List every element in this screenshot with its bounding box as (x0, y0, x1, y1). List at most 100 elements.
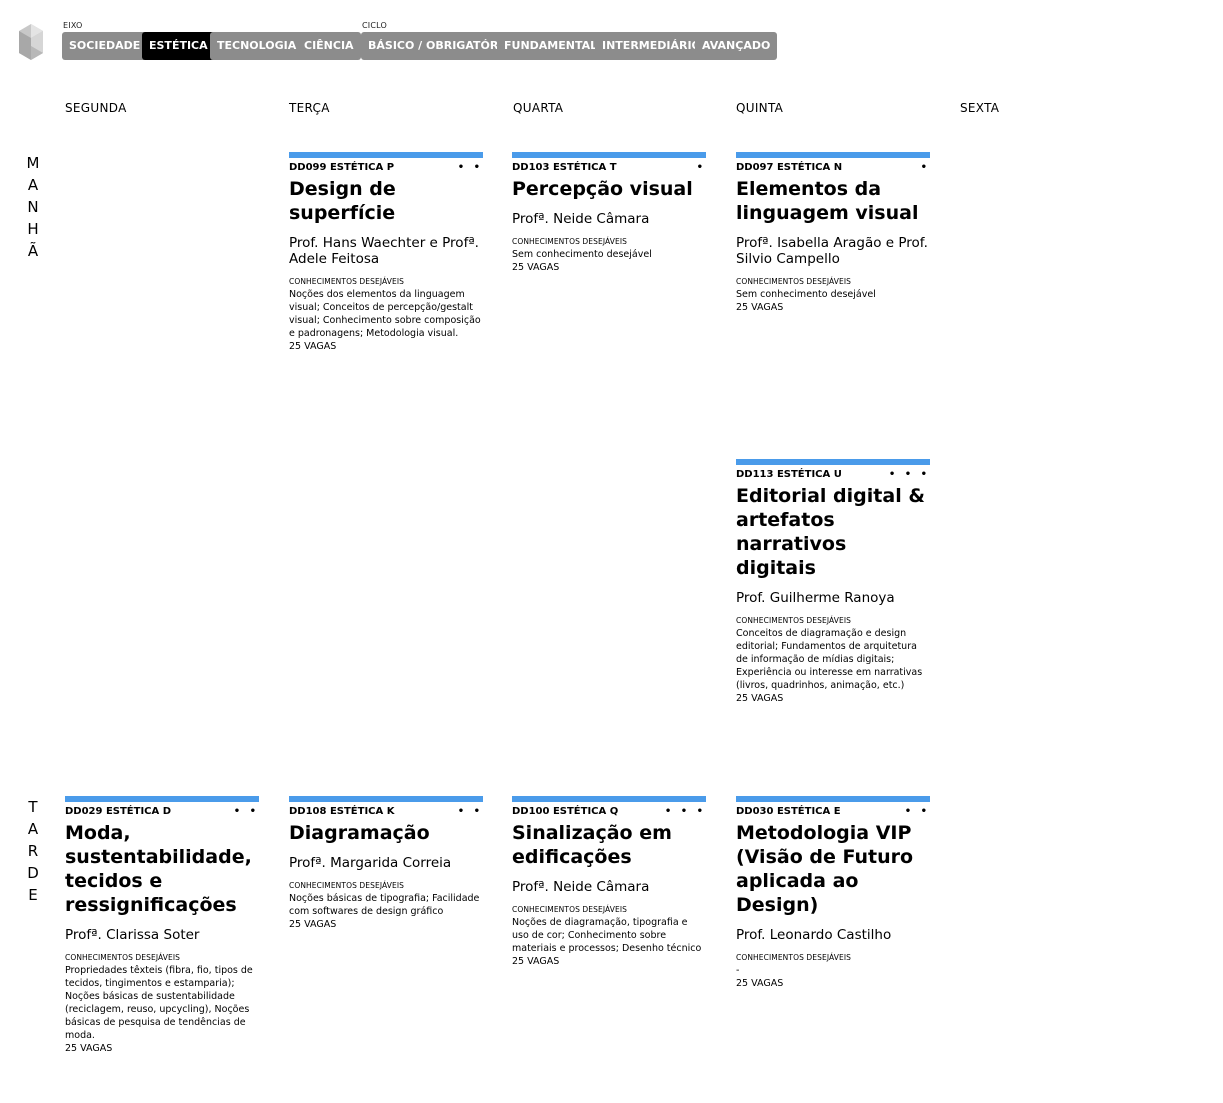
knowledge-label: CONHECIMENTOS DESEJÁVEIS (65, 953, 181, 962)
knowledge-text: Sem conhecimento desejável (512, 249, 652, 260)
filter-ciencia[interactable]: CIÊNCIA (297, 32, 361, 60)
course-professor: Profª. Clarissa Soter (65, 927, 200, 943)
filter-basico-obrigatorio[interactable]: BÁSICO / OBRIGATÓRIO (361, 32, 519, 60)
level-dots-icon: • • (457, 806, 483, 817)
period-letter: R (27, 842, 39, 860)
period-letter: M (26, 154, 40, 172)
logo-icon[interactable] (18, 24, 44, 60)
course-title[interactable]: Percepção visual (512, 177, 706, 201)
knowledge-label: CONHECIMENTOS DESEJÁVEIS (289, 277, 405, 286)
course-card[interactable]: DD100 ESTÉTICA Q • • • Sinalização em edif… (512, 796, 706, 967)
period-letter: D (27, 864, 39, 882)
day-header-terca: TERÇA (289, 101, 330, 115)
course-code: DD030 ESTÉTICA E (736, 806, 841, 817)
knowledge-text: Noções dos elementos da linguagem visual… (289, 289, 481, 339)
course-title[interactable]: Elementos da linguagem visual (736, 177, 930, 225)
course-card[interactable]: DD103 ESTÉTICA T • Percepção visual Profª. … (512, 152, 706, 273)
level-dots-icon: • • • (888, 469, 930, 480)
course-card[interactable]: DD029 ESTÉTICA D • • Moda, sustentabilidad… (65, 796, 259, 1054)
level-dots-icon: • • (457, 162, 483, 173)
course-professor: Prof. Leonardo Castilho (736, 927, 892, 943)
vacancies: 25 VAGAS (289, 919, 337, 930)
knowledge-label: CONHECIMENTOS DESEJÁVEIS (736, 616, 852, 625)
period-letter: H (27, 220, 39, 238)
card-header: DD099 ESTÉTICA P • • (289, 161, 483, 174)
card-header: DD100 ESTÉTICA Q • • • (512, 805, 706, 818)
course-code: DD113 ESTÉTICA U (736, 469, 842, 480)
card-header: DD113 ESTÉTICA U • • • (736, 468, 930, 481)
course-title[interactable]: Diagramação (289, 821, 483, 845)
course-code: DD099 ESTÉTICA P (289, 162, 395, 173)
vacancies: 25 VAGAS (65, 1043, 113, 1054)
course-code: DD103 ESTÉTICA T (512, 162, 617, 173)
vacancies: 25 VAGAS (736, 302, 784, 313)
day-header-sexta: SEXTA (960, 101, 1000, 115)
card-header: DD097 ESTÉTICA N • (736, 161, 930, 174)
knowledge-text: - (736, 965, 740, 976)
course-card[interactable]: DD030 ESTÉTICA E • • Metodologia VIP (Visã… (736, 796, 930, 989)
period-label-afternoon: TARDE (25, 796, 41, 906)
eixo-label: EIXO (63, 21, 83, 30)
filter-tecnologia[interactable]: TECNOLOGIA (210, 32, 304, 60)
level-dots-icon: • (696, 162, 706, 173)
filter-intermediario[interactable]: INTERMEDIÁRIO (595, 32, 708, 60)
course-professor: Prof. Hans Waechter e Profª. Adele Feito… (289, 235, 479, 267)
period-letter: T (28, 798, 38, 816)
knowledge-text: Noções básicas de tipografia; Facilidade… (289, 893, 480, 917)
knowledge-label: CONHECIMENTOS DESEJÁVEIS (289, 881, 405, 890)
period-letter: E (28, 886, 38, 904)
course-professor: Profª. Neide Câmara (512, 211, 650, 227)
period-letter: Ã (27, 242, 39, 260)
course-title[interactable]: Sinalização em edificações (512, 821, 706, 869)
knowledge-text: Noções de diagramação, tipografia e uso … (512, 917, 702, 954)
vacancies: 25 VAGAS (736, 978, 784, 989)
course-title[interactable]: Design de superfície (289, 177, 483, 225)
level-dots-icon: • • (233, 806, 259, 817)
course-card[interactable]: DD097 ESTÉTICA N • Elementos da linguagem … (736, 152, 930, 313)
course-code: DD100 ESTÉTICA Q (512, 806, 619, 817)
knowledge-label: CONHECIMENTOS DESEJÁVEIS (512, 905, 628, 914)
level-dots-icon: • (920, 162, 930, 173)
course-professor: Profª. Margarida Correia (289, 855, 452, 871)
ciclo-label: CICLO (362, 21, 387, 30)
filter-fundamental[interactable]: FUNDAMENTAL (497, 32, 605, 60)
course-card[interactable]: DD113 ESTÉTICA U • • • Editorial digital &… (736, 459, 930, 704)
card-header: DD029 ESTÉTICA D • • (65, 805, 259, 818)
course-title[interactable]: Metodologia VIP (Visão de Futuro aplicad… (736, 821, 930, 917)
knowledge-text: Propriedades têxteis (fibra, fio, tipos … (65, 965, 253, 1041)
filter-sociedade[interactable]: SOCIEDADE (62, 32, 148, 60)
course-code: DD108 ESTÉTICA K (289, 806, 395, 817)
period-letter: N (27, 198, 39, 216)
knowledge-label: CONHECIMENTOS DESEJÁVEIS (736, 953, 852, 962)
level-dots-icon: • • • (664, 806, 706, 817)
card-header: DD108 ESTÉTICA K • • (289, 805, 483, 818)
course-code: DD029 ESTÉTICA D (65, 806, 172, 817)
filter-avancado[interactable]: AVANÇADO (695, 32, 778, 60)
course-card[interactable]: DD099 ESTÉTICA P • • Design de superfície P… (289, 152, 483, 352)
knowledge-text: Sem conhecimento desejável (736, 289, 876, 300)
day-header-segunda: SEGUNDA (65, 101, 127, 115)
day-header-quinta: QUINTA (736, 101, 784, 115)
vacancies: 25 VAGAS (289, 341, 337, 352)
vacancies: 25 VAGAS (512, 262, 560, 273)
filter-estetica[interactable]: ESTÉTICA (142, 32, 215, 60)
day-header-quarta: QUARTA (513, 101, 564, 115)
period-letter: A (27, 176, 39, 194)
knowledge-text: Conceitos de diagramação e design editor… (736, 628, 923, 691)
vacancies: 25 VAGAS (736, 693, 784, 704)
course-title[interactable]: Moda, sustentabilidade, tecidos e ressig… (65, 821, 259, 917)
knowledge-label: CONHECIMENTOS DESEJÁVEIS (512, 237, 628, 246)
knowledge-label: CONHECIMENTOS DESEJÁVEIS (736, 277, 852, 286)
card-header: DD030 ESTÉTICA E • • (736, 805, 930, 818)
course-card[interactable]: DD108 ESTÉTICA K • • Diagramação Profª. Mar… (289, 796, 483, 930)
vacancies: 25 VAGAS (512, 956, 560, 967)
course-code: DD097 ESTÉTICA N (736, 162, 843, 173)
course-professor: Prof. Guilherme Ranoya (736, 590, 895, 606)
card-header: DD103 ESTÉTICA T • (512, 161, 706, 174)
period-letter: A (27, 820, 39, 838)
level-dots-icon: • • (904, 806, 930, 817)
period-label-morning: MANHÃ (25, 152, 41, 262)
course-title[interactable]: Editorial digital & artefatos narrativos… (736, 484, 930, 580)
course-professor: Profª. Isabella Aragão e Prof. Silvio Ca… (736, 235, 928, 267)
course-professor: Profª. Neide Câmara (512, 879, 650, 895)
